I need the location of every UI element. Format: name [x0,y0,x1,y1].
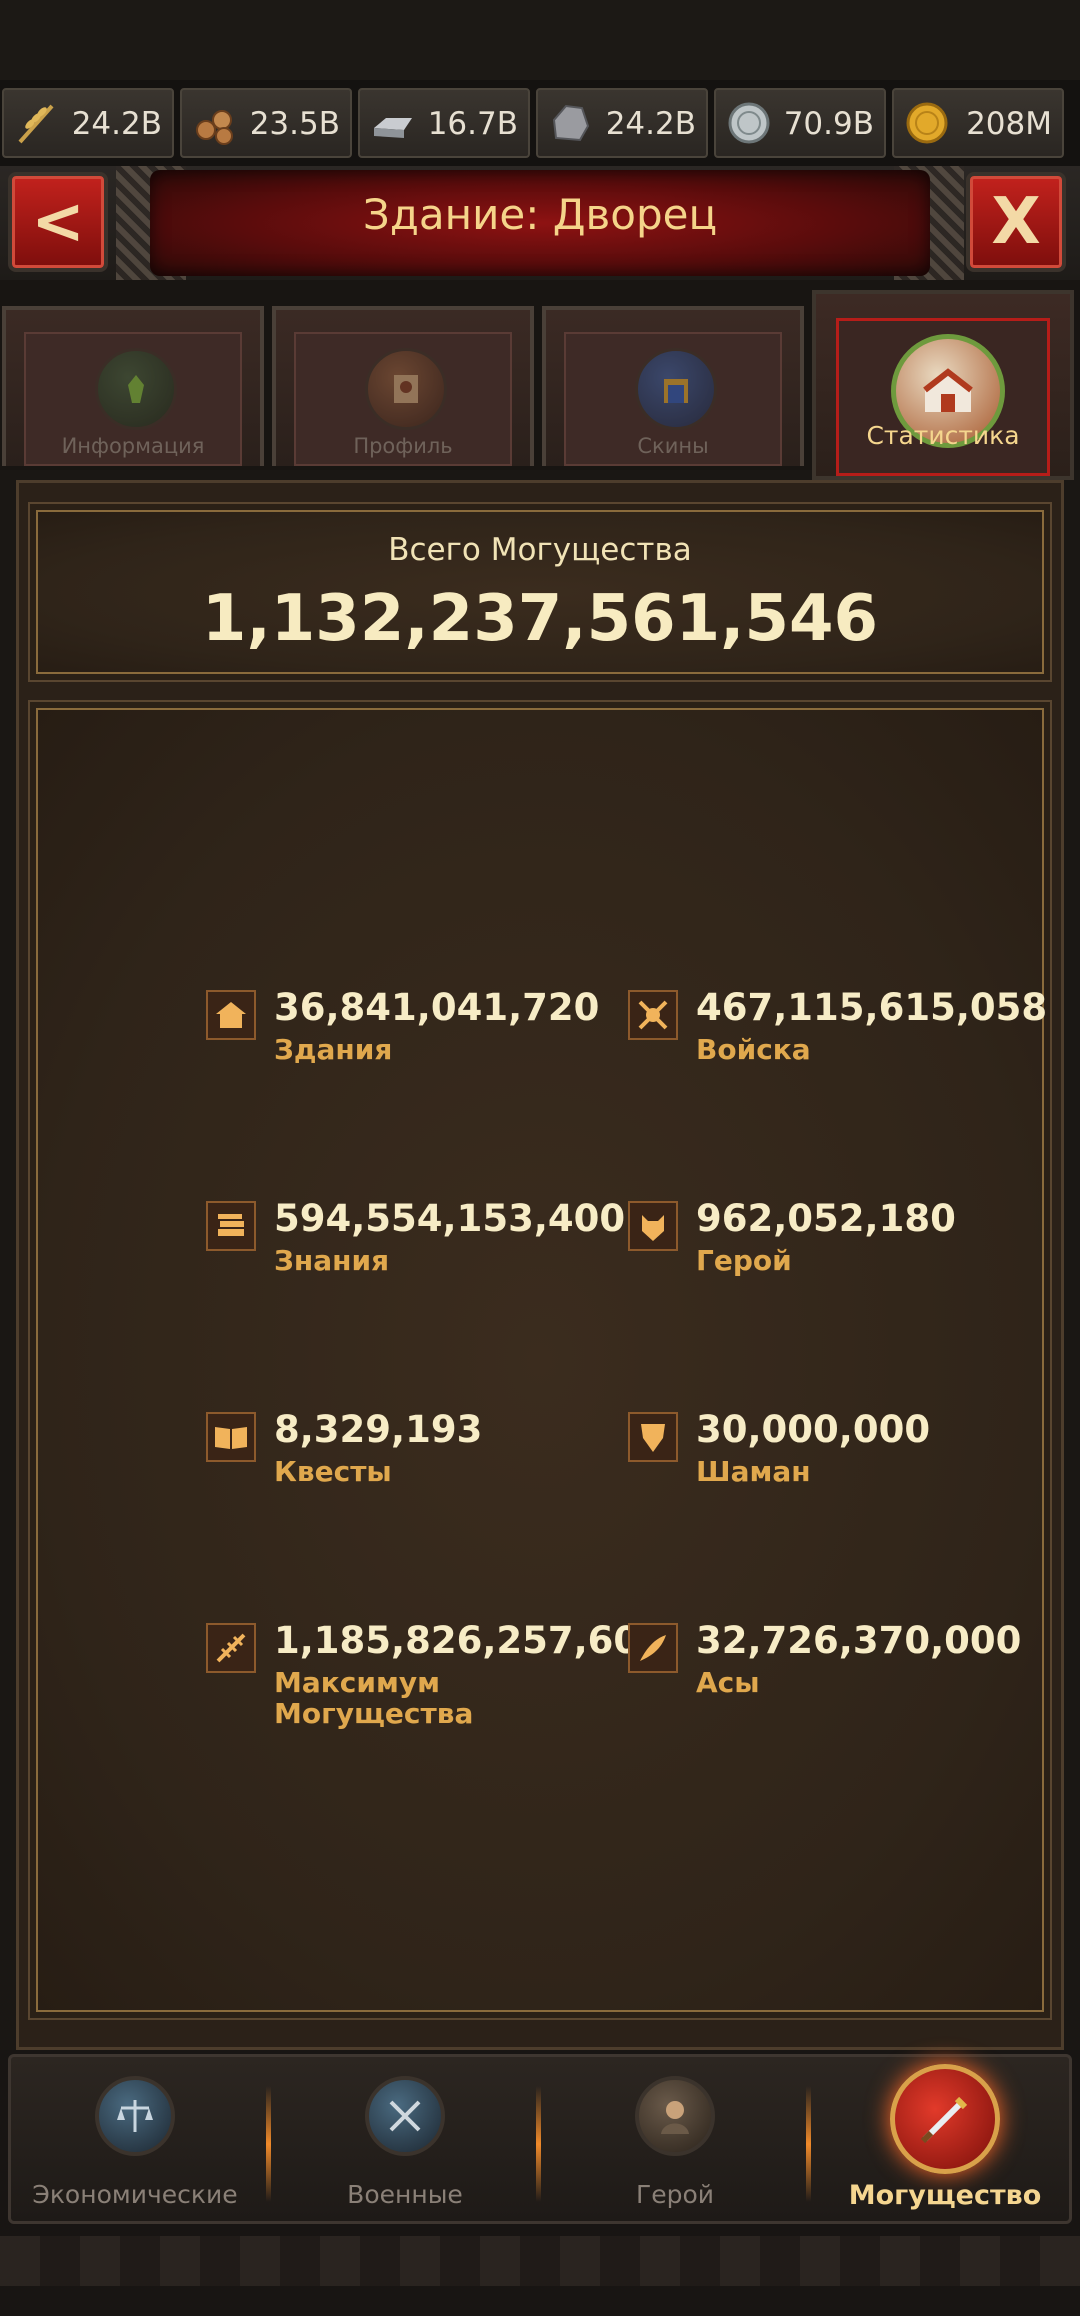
buildings-icon [206,990,256,1040]
tab-label: Профиль [353,434,453,458]
total-power-label: Всего Могущества [388,532,692,568]
stat-value: 8,329,193 [274,1408,483,1451]
profile-icon [365,348,447,430]
resource-value: 16.7B [427,106,518,142]
stat-label: Асы [696,1666,760,1699]
resource-value: 23.5B [249,106,340,142]
silver-icon [728,102,770,144]
power-breakdown-box [36,708,1044,2012]
stat-label: Здания [274,1033,393,1066]
stat-label: Максимум Могущества [274,1666,474,1730]
stat-value: 594,554,153,400 [274,1197,626,1240]
page-title: Здание: Дворец [362,190,718,239]
nav-military[interactable]: Военные [270,2064,540,2224]
nav-label: Экономические [32,2180,238,2209]
nav-label: Могущество [848,2180,1042,2211]
stat-value: 36,841,041,720 [274,986,600,1029]
nav-hero[interactable]: Герой [540,2064,810,2224]
stone-icon [552,104,590,142]
tab-skins[interactable]: Скины [542,306,804,466]
stat-value: 30,000,000 [696,1408,931,1451]
nav-economic[interactable]: Экономические [0,2064,270,2224]
back-button[interactable]: < [8,172,108,272]
gold-icon [906,102,948,144]
economic-icon [95,2076,175,2156]
resource-value: 70.9B [783,106,874,142]
resource-silver[interactable]: 70.9B [714,88,886,158]
resource-bar: 24.2B 23.5B 16.7B 24.2B 70.9B 208M [0,80,1080,166]
tab-label: Статистика [866,421,1020,450]
power-icon [890,2064,1000,2174]
stat-value: 962,052,180 [696,1197,956,1240]
nav-label: Военные [347,2180,463,2209]
tab-label: Скины [637,434,709,458]
stat-label: Шаман [696,1455,811,1488]
resource-value: 24.2B [71,106,162,142]
stat-value: 1,185,826,257,608 [274,1619,665,1662]
nav-power[interactable]: Могущество [810,2064,1080,2224]
resource-value: 24.2B [605,106,696,142]
chevron-left-icon: < [31,185,85,259]
resource-wheat[interactable]: 24.2B [2,88,174,158]
resource-wood[interactable]: 23.5B [180,88,352,158]
close-icon: X [991,185,1041,259]
shaman-icon [628,1412,678,1462]
footer-ornament [0,2236,1080,2286]
resource-iron[interactable]: 16.7B [358,88,530,158]
knowledge-icon [206,1201,256,1251]
stat-label: Квесты [274,1455,392,1488]
wheat-icon [18,104,54,144]
resource-stone[interactable]: 24.2B [536,88,708,158]
status-bar-area [0,0,1080,80]
skins-icon [635,348,717,430]
resource-gold[interactable]: 208M [892,88,1064,158]
wood-icon [196,110,233,145]
quests-icon [206,1412,256,1462]
resource-value: 208M [966,106,1052,142]
max-power-icon [206,1623,256,1673]
hero-nav-icon [635,2076,715,2156]
hero-icon [628,1201,678,1251]
aces-icon [628,1623,678,1673]
tab-information[interactable]: Информация [2,306,264,466]
troops-icon [628,990,678,1040]
total-power-value: 1,132,237,561,546 [201,582,879,656]
tab-statistics[interactable]: Статистика [812,290,1074,480]
stat-label: Знания [274,1244,390,1277]
info-icon [95,348,177,430]
military-icon [365,2076,445,2156]
nav-label: Герой [635,2180,715,2209]
tab-label: Информация [61,434,205,458]
iron-icon [374,118,412,138]
close-button[interactable]: X [966,172,1066,272]
stat-label: Герой [696,1244,792,1277]
stat-value: 467,115,615,058 [696,986,1048,1029]
tab-profile[interactable]: Профиль [272,306,534,466]
stat-value: 32,726,370,000 [696,1619,1022,1662]
stat-label: Войска [696,1033,811,1066]
